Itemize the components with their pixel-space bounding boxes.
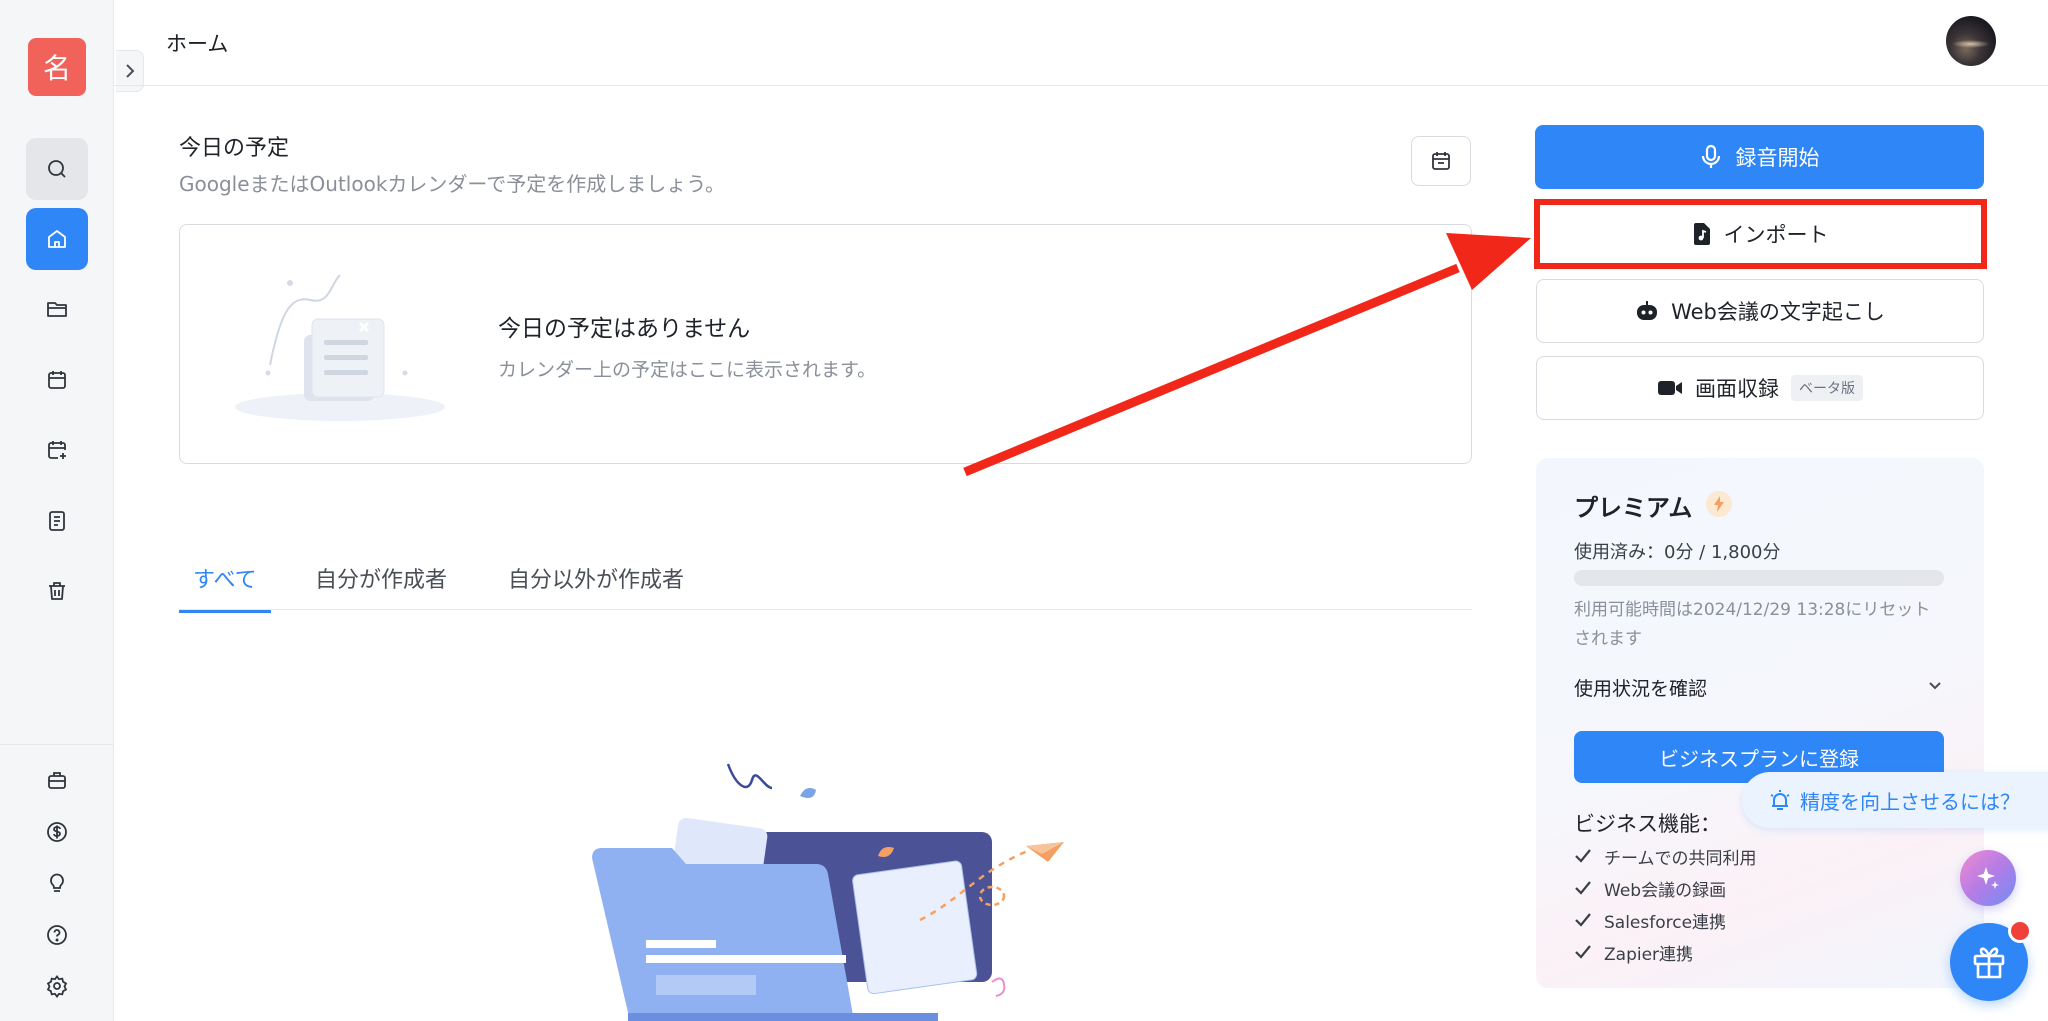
gear-icon	[46, 974, 68, 998]
empty-schedule-title: 今日の予定はありません	[498, 316, 751, 342]
lightning-icon	[1706, 491, 1732, 517]
sidebar-divider	[0, 744, 114, 745]
reset-notice: 利用可能時間は2024/12/29 13:28にリセットされます	[1574, 600, 1931, 649]
folder-icon	[47, 302, 67, 317]
sidebar-item-trash[interactable]	[26, 560, 88, 622]
sidebar-item-schedule-add[interactable]	[26, 419, 88, 481]
check-icon	[1575, 945, 1591, 959]
tab-created-by-others[interactable]: 自分以外が作成者	[508, 562, 684, 610]
trash-icon	[49, 582, 65, 600]
usage-progress-bar	[1574, 570, 1944, 586]
check-icon	[1575, 913, 1591, 927]
help-icon	[47, 925, 67, 945]
document-icon	[49, 511, 65, 531]
alarm-icon	[1770, 790, 1790, 810]
beta-badge: ベータ版	[1791, 375, 1863, 401]
feature-label: Zapier連携	[1604, 944, 1694, 965]
check-icon	[1575, 849, 1591, 863]
usage-check-toggle[interactable]: 使用状況を確認	[1574, 674, 1944, 701]
feature-label: Web会議の録画	[1604, 880, 1727, 901]
briefcase-icon	[48, 772, 66, 789]
page-title: ホーム	[166, 32, 229, 56]
empty-schedule-illustration	[235, 274, 445, 421]
notification-dot	[2008, 919, 2032, 943]
sidebar-item-folders[interactable]	[26, 278, 88, 340]
video-camera-icon	[1658, 381, 1682, 395]
screen-recording-label: 画面収録	[1695, 377, 1779, 401]
sidebar: 名	[0, 0, 114, 1021]
empty-schedule-card: 今日の予定はありません カレンダー上の予定はここに表示されます。	[179, 224, 1472, 464]
schedule-subtitle: GoogleまたはOutlookカレンダーで予定を作成しましょう。	[179, 172, 725, 196]
calendar-icon	[1432, 152, 1450, 170]
avatar[interactable]	[1946, 16, 1996, 66]
microphone-icon	[1701, 144, 1720, 168]
chevron-down-icon	[1929, 682, 1941, 690]
premium-plan-card: プレミアム 使用済み：0分 / 1,800分 利用可能時間は2024/12/29…	[1536, 458, 1984, 988]
empty-files-illustration	[592, 763, 1064, 1021]
sidebar-item-settings[interactable]	[26, 955, 88, 1017]
empty-schedule-subtitle: カレンダー上の予定はここに表示されます。	[498, 359, 877, 381]
calendar-settings-button[interactable]	[1411, 136, 1471, 186]
file-audio-icon	[1693, 223, 1710, 245]
calendar-icon	[48, 371, 66, 389]
sparkle-icon	[1977, 867, 1999, 889]
web-meeting-label: Web会議の文字起こし	[1671, 300, 1885, 324]
import-button[interactable]: インポート	[1536, 202, 1984, 266]
usage-check-label: 使用状況を確認	[1574, 678, 1708, 700]
sidebar-item-notes[interactable]	[26, 490, 88, 552]
feature-label: Salesforce連携	[1604, 912, 1727, 933]
usage-text: 使用済み：0分 / 1,800分	[1574, 542, 1781, 563]
web-meeting-transcription-button[interactable]: Web会議の文字起こし	[1536, 279, 1984, 343]
dollar-icon	[47, 822, 67, 842]
schedule-title: 今日の予定	[179, 136, 290, 161]
filter-tabs: すべて 自分が作成者 自分以外が作成者	[179, 548, 1472, 613]
header: ホーム	[114, 0, 2048, 86]
gift-icon	[1973, 947, 2005, 979]
workspace-logo[interactable]: 名	[28, 38, 86, 96]
check-icon	[1575, 881, 1591, 895]
sidebar-item-calendar[interactable]	[26, 349, 88, 411]
accuracy-tip-label: 精度を向上させるには？	[1800, 789, 2020, 814]
sidebar-item-home[interactable]	[26, 208, 88, 270]
tab-created-by-me[interactable]: 自分が作成者	[315, 562, 447, 610]
lightbulb-icon	[50, 873, 64, 892]
calendar-add-icon	[48, 441, 66, 459]
list-item: Web会議の録画	[1574, 872, 1757, 904]
search-button[interactable]	[26, 138, 88, 200]
list-item: チームでの共同利用	[1574, 840, 1757, 872]
bot-icon	[1637, 301, 1658, 320]
screen-recording-button[interactable]: 画面収録 ベータ版	[1536, 356, 1984, 420]
start-recording-button[interactable]: 録音開始	[1535, 125, 1984, 189]
accuracy-tip-button[interactable]: 精度を向上させるには？	[1742, 772, 2048, 828]
start-recording-label: 録音開始	[1735, 146, 1820, 170]
premium-title: プレミアム	[1574, 494, 1693, 522]
business-features-title: ビジネス機能：	[1574, 812, 1721, 836]
home-icon	[48, 230, 66, 248]
tab-all[interactable]: すべて	[179, 562, 271, 613]
ai-assistant-button[interactable]	[1960, 850, 2016, 906]
list-item: Salesforce連携	[1574, 904, 1757, 936]
business-features-list: チームでの共同利用 Web会議の録画 Salesforce連携 Zapier連携	[1574, 840, 1757, 968]
import-label: インポート	[1723, 223, 1829, 247]
search-icon	[48, 160, 66, 178]
feature-label: チームでの共同利用	[1604, 848, 1757, 869]
list-item: Zapier連携	[1574, 936, 1757, 968]
